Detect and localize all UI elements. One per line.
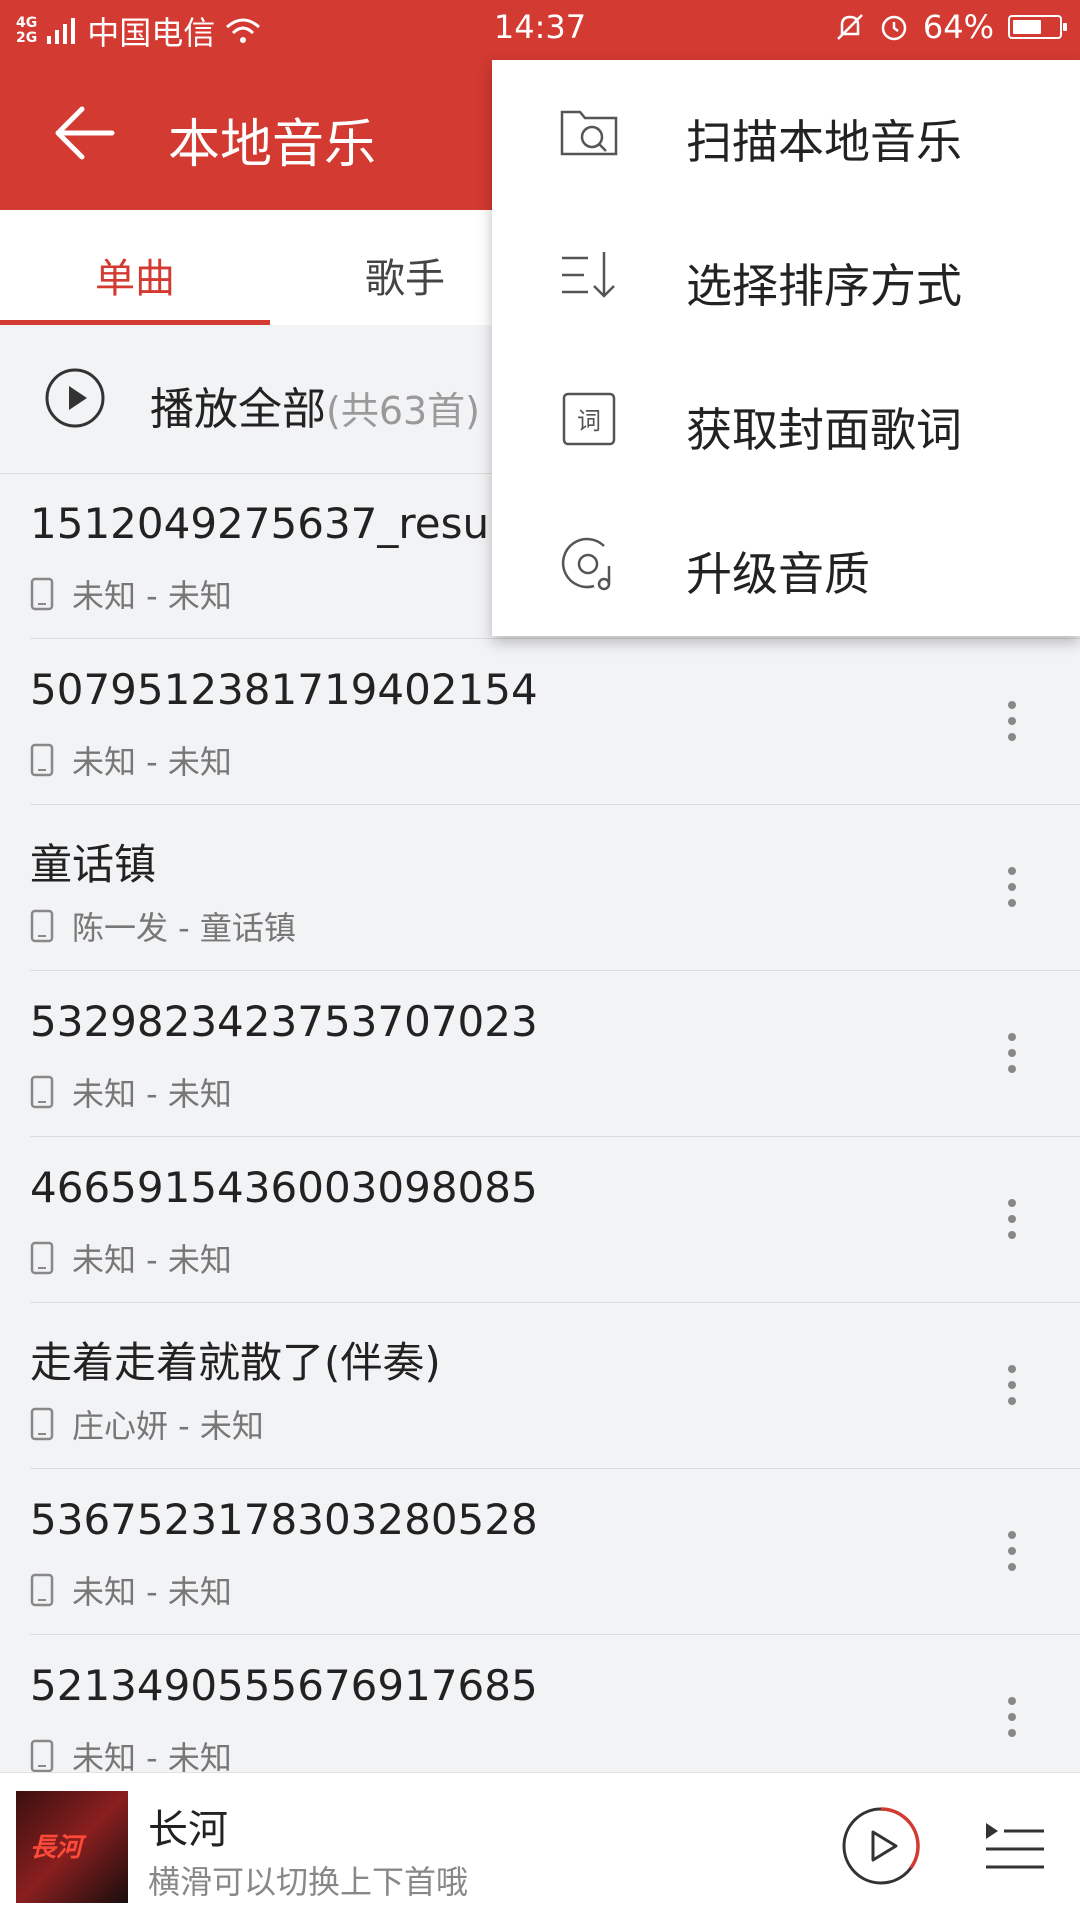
- quality-icon: [561, 537, 611, 591]
- list-item[interactable]: 童话镇 陈一发 - 童话镇: [30, 805, 1080, 971]
- song-title: 5213490555676917685: [30, 1661, 538, 1710]
- song-title: 4665915436003098085: [30, 1163, 538, 1212]
- menu-item-label: 升级音质: [686, 547, 870, 601]
- more-options-icon[interactable]: [1006, 699, 1018, 743]
- cover-text: 長河: [30, 1833, 83, 1863]
- phone-icon: [30, 577, 54, 611]
- song-title: 507951238171940215​4: [30, 665, 538, 714]
- song-title: 5367523178303280528: [30, 1495, 538, 1544]
- list-item[interactable]: 5329823423753707023 未知 - 未知: [30, 971, 1080, 1137]
- alarm-icon: [881, 15, 907, 41]
- mute-bell-icon: [836, 14, 863, 40]
- menu-item-label: 获取封面歌词: [686, 403, 962, 457]
- song-subtitle: 陈一发 - 童话镇: [30, 903, 296, 949]
- more-options-icon[interactable]: [1006, 1031, 1018, 1075]
- song-title: 1512049275637_result: [30, 499, 518, 548]
- menu-item-lyrics[interactable]: 词 获取封面歌词: [492, 348, 1080, 492]
- play-all-label: 播放全部(共63首): [150, 384, 481, 435]
- phone-icon: [30, 743, 54, 777]
- list-item[interactable]: 507951238171940215​4 未知 - 未知: [30, 639, 1080, 805]
- battery-percent: 64%: [922, 8, 994, 46]
- lyrics-icon: 词: [562, 392, 616, 446]
- song-subtitle: 未知 - 未知: [30, 737, 232, 783]
- song-subtitle: 未知 - 未知: [30, 571, 232, 617]
- list-item[interactable]: 5367523178303280528 未知 - 未知: [30, 1469, 1080, 1635]
- song-title: 童话镇: [30, 840, 157, 889]
- menu-item-quality[interactable]: 升级音质: [492, 492, 1080, 636]
- more-options-icon[interactable]: [1006, 1363, 1018, 1407]
- scan-folder-icon: [560, 110, 618, 156]
- swipe-hint: 横滑可以切换上下首哦: [148, 1863, 469, 1901]
- sort-icon: [562, 252, 615, 298]
- song-count: (共63首): [326, 389, 481, 433]
- phone-icon: [30, 1407, 54, 1441]
- list-item[interactable]: 走着走着就散了(伴奏) 庄心妍 - 未知: [30, 1303, 1080, 1469]
- status-bar: 4G 2G 中国电信 14:37 64%: [0, 0, 1080, 58]
- menu-item-label: 选择排序方式: [686, 259, 962, 313]
- more-options-icon[interactable]: [1006, 1197, 1018, 1241]
- more-options-icon[interactable]: [1006, 865, 1018, 909]
- song-subtitle: 未知 - 未知: [30, 1235, 232, 1281]
- song-subtitle: 未知 - 未知: [30, 1069, 232, 1115]
- play-button-icon[interactable]: [840, 1805, 922, 1887]
- more-options-icon[interactable]: [1006, 1529, 1018, 1573]
- song-subtitle: 未知 - 未知: [30, 1567, 232, 1613]
- playlist-icon[interactable]: [982, 1819, 1046, 1875]
- song-title: 5329823423753707023: [30, 997, 538, 1046]
- svg-text:词: 词: [577, 407, 601, 435]
- song-subtitle: 庄心妍 - 未知: [30, 1401, 264, 1447]
- phone-icon: [30, 1075, 54, 1109]
- phone-icon: [30, 1739, 54, 1773]
- menu-item-label: 扫描本地音乐: [686, 115, 962, 169]
- song-title: 走着走着就散了(伴奏): [30, 1338, 441, 1387]
- album-cover[interactable]: 長河: [16, 1791, 128, 1903]
- back-arrow-icon[interactable]: [50, 98, 120, 168]
- menu-item-scan[interactable]: 扫描本地音乐: [492, 60, 1080, 204]
- overflow-menu: 扫描本地音乐 选择排序方式 词 获取封面歌词 升级音质: [492, 60, 1080, 636]
- play-circle-icon[interactable]: [44, 367, 106, 429]
- phone-icon: [30, 1241, 54, 1275]
- phone-icon: [30, 909, 54, 943]
- battery-icon: [1008, 15, 1067, 39]
- more-options-icon[interactable]: [1006, 1695, 1018, 1739]
- song-list: 1512049275637_result 未知 - 未知 50795123817…: [0, 473, 1080, 1801]
- menu-item-sort[interactable]: 选择排序方式: [492, 204, 1080, 348]
- phone-icon: [30, 1573, 54, 1607]
- tab-songs[interactable]: 单曲: [0, 246, 270, 304]
- now-playing-title: 长河: [148, 1807, 228, 1853]
- page-title: 本地音乐: [168, 115, 377, 175]
- mini-player[interactable]: 長河 长河 横滑可以切换上下首哦: [0, 1772, 1080, 1921]
- list-item[interactable]: 4665915436003098085 未知 - 未知: [30, 1137, 1080, 1303]
